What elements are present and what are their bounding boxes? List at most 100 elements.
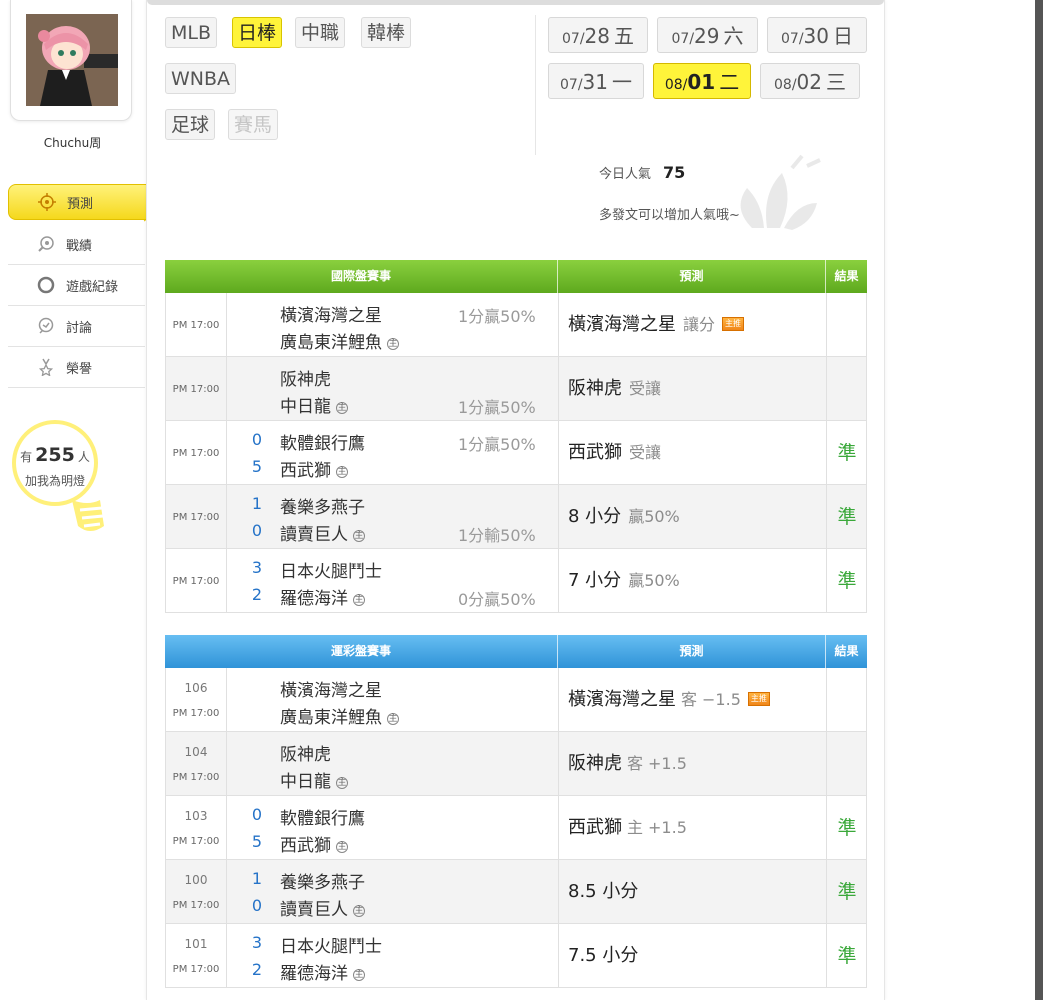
- column-divider: [226, 668, 227, 731]
- home-score: 0: [251, 896, 263, 915]
- team-name[interactable]: 西武獅主: [280, 831, 348, 856]
- team-name[interactable]: 廣島東洋鯉魚主: [280, 703, 399, 728]
- followers-number: 255: [35, 444, 75, 466]
- tab-cpbl[interactable]: 中職: [295, 17, 346, 48]
- prediction[interactable]: 8.5 小分: [568, 860, 638, 924]
- prediction-note: 受讓: [629, 443, 662, 462]
- team-name[interactable]: 軟體銀行鷹: [280, 429, 365, 454]
- match-time: PM 17:00: [172, 708, 220, 719]
- tab-npb[interactable]: 日棒: [232, 17, 283, 48]
- prediction[interactable]: 7.5 小分: [568, 924, 638, 988]
- team-label: 日本火腿鬥士: [280, 562, 382, 582]
- game-id: 104: [184, 745, 208, 759]
- team-name[interactable]: 養樂多燕子: [280, 493, 365, 518]
- team-label: 西武獅: [280, 461, 331, 481]
- tab-soccer[interactable]: 足球: [165, 109, 216, 140]
- team-label: 羅德海洋: [280, 589, 348, 609]
- handicap-line: 1分贏50%: [458, 398, 536, 417]
- team-name[interactable]: 羅德海洋主: [280, 959, 365, 984]
- prediction[interactable]: 橫濱海灣之星 讓分 主推: [568, 293, 745, 357]
- handicap-line: 1分輸50%: [458, 526, 536, 545]
- team-name[interactable]: 讀賣巨人主: [280, 895, 365, 920]
- date-month: 07/: [671, 31, 695, 47]
- date-0728[interactable]: 07/28 五: [548, 17, 648, 53]
- prediction-side: 客: [627, 754, 644, 773]
- record-icon: [36, 275, 56, 295]
- home-marker-icon: 主: [336, 841, 348, 853]
- game-id: 103: [184, 809, 208, 823]
- date-0802[interactable]: 08/02 三: [760, 63, 860, 99]
- prediction[interactable]: 橫濱海灣之星客 −1.5 主推: [568, 668, 770, 732]
- prediction[interactable]: 西武獅主 +1.5: [568, 796, 687, 860]
- prediction-spread: +1.5: [648, 818, 687, 837]
- sidebar-item-predict[interactable]: 預測: [8, 184, 148, 220]
- team-name[interactable]: 西武獅主: [280, 456, 348, 481]
- column-divider: [226, 421, 227, 484]
- international-table: 國際盤賽事 預測 結果 PM 17:00 橫濱海灣之星 廣島東洋鯉魚主 1分贏50% 橫…: [165, 260, 867, 613]
- prediction[interactable]: 8 小分 贏50%: [568, 485, 680, 549]
- prediction[interactable]: 阪神虎 受讓: [568, 357, 661, 421]
- window-edge: [1035, 0, 1043, 1000]
- prediction-note: 受讓: [629, 379, 662, 398]
- date-day: 01: [687, 70, 716, 94]
- team-name[interactable]: 軟體銀行鷹: [280, 804, 365, 829]
- date-0731[interactable]: 07/31 一: [548, 63, 644, 99]
- date-0730[interactable]: 07/30 日: [767, 17, 867, 53]
- team-name[interactable]: 養樂多燕子: [280, 868, 365, 893]
- date-0729[interactable]: 07/29 六: [657, 17, 758, 53]
- featured-badge: 主推: [747, 692, 770, 706]
- away-score: 1: [251, 494, 263, 513]
- team-name[interactable]: 日本火腿鬥士: [280, 932, 382, 957]
- team-label: 日本火腿鬥士: [280, 937, 382, 957]
- popularity-value: 75: [663, 163, 686, 182]
- away-score: 1: [251, 869, 263, 888]
- sidebar-item-label: 預測: [67, 196, 94, 212]
- column-divider: [226, 924, 227, 987]
- handicap-line: 0分贏50%: [458, 590, 536, 609]
- sidebar-item-record[interactable]: 戰績: [8, 224, 145, 265]
- prediction[interactable]: 7 小分 贏50%: [568, 549, 680, 613]
- away-score: 3: [251, 933, 263, 952]
- table-row: PM 17:00 0 5 軟體銀行鷹 西武獅主 1分贏50% 西武獅 受讓準: [165, 421, 867, 485]
- handicap-line: 1分贏50%: [458, 307, 536, 326]
- table-row: PM 17:00 橫濱海灣之星 廣島東洋鯉魚主 1分贏50% 橫濱海灣之星 讓分 主推: [165, 293, 867, 357]
- team-name[interactable]: 讀賣巨人主: [280, 520, 365, 545]
- sidebar: Chuchu周 預測 戰績 遊戲紀錄 討論 榮譽 有 255 人 加我為明燈: [0, 0, 152, 1000]
- prediction-spread: −1.5: [702, 690, 741, 709]
- team-name[interactable]: 中日龍主: [280, 392, 348, 417]
- main-panel: MLB 日棒 中職 韓棒 WNBA 足球 賽馬 07/28 五 07/29 六 07…: [146, 0, 885, 1000]
- date-0801[interactable]: 08/01 二: [653, 63, 751, 99]
- match-time: PM 17:00: [172, 836, 220, 847]
- team-name[interactable]: 羅德海洋主: [280, 584, 365, 609]
- tab-mlb[interactable]: MLB: [165, 17, 218, 48]
- tab-kbo[interactable]: 韓棒: [361, 17, 412, 48]
- team-label: 阪神虎: [280, 370, 331, 390]
- team-name[interactable]: 阪神虎: [280, 365, 331, 390]
- team-name[interactable]: 廣島東洋鯉魚主: [280, 328, 399, 353]
- team-label: 廣島東洋鯉魚: [280, 333, 382, 353]
- sidebar-item-label: 榮譽: [66, 361, 93, 377]
- sidebar-item-honor[interactable]: 榮譽: [8, 347, 145, 388]
- prediction[interactable]: 西武獅 受讓: [568, 421, 661, 485]
- team-name[interactable]: 橫濱海灣之星: [280, 676, 382, 701]
- date-weekday: 一: [611, 70, 632, 94]
- sidebar-item-game-log[interactable]: 遊戲紀錄: [8, 265, 145, 306]
- match-time: PM 17:00: [172, 320, 220, 331]
- tab-horse-racing[interactable]: 賽馬: [228, 109, 279, 140]
- sidebar-item-discussion[interactable]: 討論: [8, 306, 145, 347]
- team-name[interactable]: 阪神虎: [280, 740, 331, 765]
- team-name[interactable]: 日本火腿鬥士: [280, 557, 382, 582]
- team-name[interactable]: 中日龍主: [280, 767, 348, 792]
- table-row: PM 17:00 阪神虎 中日龍主 1分贏50% 阪神虎 受讓: [165, 357, 867, 421]
- prediction[interactable]: 阪神虎客 +1.5: [568, 732, 687, 796]
- avatar[interactable]: [26, 14, 118, 106]
- table-row: 101 PM 17:00 3 2 日本火腿鬥士 羅德海洋主 7.5 小分 準: [165, 924, 867, 988]
- prediction-pick: 8.5 小分: [568, 881, 639, 902]
- home-marker-icon: 主: [336, 402, 348, 414]
- followers-bulb[interactable]: 有 255 人 加我為明燈: [12, 420, 112, 545]
- date-month: 08/: [664, 77, 688, 93]
- team-name[interactable]: 橫濱海灣之星: [280, 301, 382, 326]
- home-marker-icon: 主: [353, 969, 365, 981]
- header-divider: [535, 15, 536, 155]
- tab-wnba[interactable]: WNBA: [165, 63, 237, 94]
